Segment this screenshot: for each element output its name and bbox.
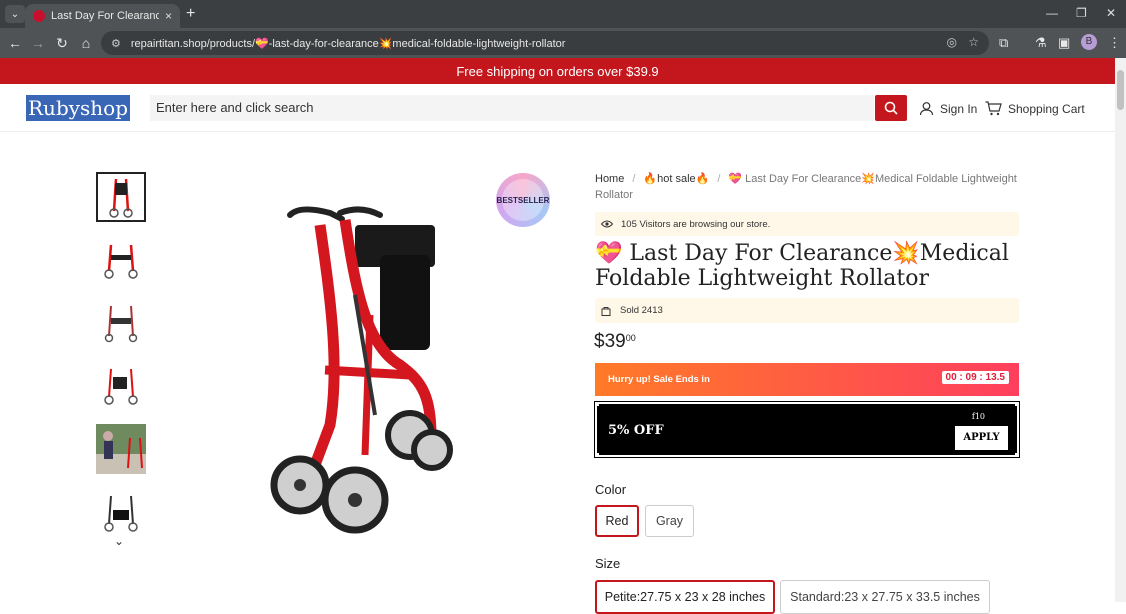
profile-avatar[interactable]: B — [1081, 34, 1097, 50]
eye-icon — [601, 220, 613, 228]
rollator-thumb-image — [104, 495, 138, 532]
thumbnail-3[interactable] — [96, 297, 146, 347]
coupon-corner — [595, 402, 599, 406]
lab-icon[interactable]: ⚗ — [1035, 35, 1047, 51]
visitors-text: 105 Visitors are browsing our store. — [621, 218, 771, 230]
sold-text: Sold 2413 — [620, 305, 663, 316]
extensions-icon[interactable]: ⧉ — [999, 35, 1008, 51]
size-label: Size — [595, 556, 621, 571]
coupon-corner — [1015, 453, 1019, 457]
coupon-corner — [1015, 402, 1019, 406]
color-option-gray[interactable]: Gray — [645, 505, 694, 537]
url-bar[interactable]: ⚙ repairtitan.shop/products/💝-last-day-f… — [101, 31, 989, 55]
breadcrumb: Home / 🔥hot sale🔥 / 💝 Last Day For Clearance… — [595, 171, 1025, 203]
breadcrumb-hot-sale[interactable]: 🔥hot sale🔥 — [643, 173, 709, 185]
thumbnail-6[interactable] — [96, 487, 146, 537]
back-icon[interactable]: ← — [7, 35, 23, 51]
color-label: Color — [595, 482, 627, 497]
sale-countdown-bar: Hurry up! Sale Ends in 00 : 09 : 13.5 — [595, 363, 1019, 396]
badge-line-2: SELLER — [517, 195, 550, 205]
search-icon — [884, 101, 898, 115]
badge-line-1: BEST — [496, 195, 518, 205]
thumbnail-4[interactable] — [96, 360, 146, 410]
browser-tab-bar: ⌄ Last Day For Clearance Medical × + — ❐… — [0, 0, 1126, 28]
rollator-thumb-image — [104, 368, 138, 405]
lifestyle-thumb-image — [96, 424, 146, 474]
tab-favicon-icon — [33, 10, 45, 22]
reload-icon[interactable]: ↻ — [54, 35, 70, 52]
minimize-icon[interactable]: — — [1046, 6, 1058, 20]
user-icon — [919, 102, 934, 116]
browser-tab[interactable]: Last Day For Clearance Medical × — [25, 4, 180, 28]
rollator-thumb-image — [109, 178, 133, 218]
thumbnails-down-chevron-icon[interactable]: ⌄ — [114, 534, 124, 548]
sign-in-label: Sign In — [940, 101, 978, 116]
coupon-corner — [595, 453, 599, 457]
bag-icon — [601, 306, 611, 316]
thumbnail-2[interactable] — [96, 234, 146, 284]
breadcrumb-home[interactable]: Home — [595, 173, 624, 185]
product-price: $3900 — [594, 331, 636, 353]
rollator-thumb-image — [104, 305, 138, 343]
visitors-notice: 105 Visitors are browsing our store. — [595, 212, 1019, 236]
window-close-icon[interactable]: ✕ — [1106, 6, 1116, 20]
sold-count-box: Sold 2413 — [595, 298, 1019, 323]
product-main-image — [270, 206, 453, 534]
countdown-timer: 00 : 09 : 13.5 — [941, 371, 1009, 384]
best-seller-badge: BEST SELLER — [496, 173, 550, 227]
restore-icon[interactable]: ❐ — [1076, 6, 1087, 20]
price-main: $39 — [594, 331, 626, 352]
product-title: 💝 Last Day For Clearance💥Medical Foldabl… — [595, 241, 1009, 291]
size-option-petite[interactable]: Petite:27.75 x 23 x 28 inches — [595, 580, 775, 614]
tab-close-icon[interactable]: × — [165, 9, 172, 23]
price-cents: 00 — [625, 333, 636, 343]
site-info-icon[interactable]: ⚙ — [111, 37, 121, 50]
tab-title: Last Day For Clearance Medical — [51, 10, 159, 22]
size-option-standard[interactable]: Standard:23 x 27.75 x 33.5 inches — [780, 580, 990, 614]
apply-coupon-button[interactable]: APPLY — [955, 426, 1008, 450]
site-logo[interactable]: Rubyshop — [26, 95, 131, 121]
coupon-box: 5% OFF f10 APPLY — [594, 401, 1020, 458]
promo-banner: Free shipping on orders over $39.9 — [0, 58, 1115, 84]
url-text: repairtitan.shop/products/💝-last-day-for… — [130, 37, 566, 50]
address-bar-row: ← → ↻ ⌂ ⚙ repairtitan.shop/products/💝-la… — [0, 28, 1126, 58]
breadcrumb-separator: / — [632, 173, 636, 185]
sign-in-link[interactable]: Sign In — [919, 101, 977, 116]
rollator-thumb-image — [104, 244, 138, 279]
home-icon[interactable]: ⌂ — [78, 35, 94, 51]
forward-icon[interactable]: → — [30, 35, 46, 51]
browser-menu-icon[interactable]: ⋮ — [1108, 35, 1121, 51]
bookmark-star-icon[interactable]: ☆ — [968, 35, 979, 49]
thumbnail-5[interactable] — [96, 424, 146, 474]
new-tab-button[interactable]: + — [186, 5, 195, 23]
cart-label: Shopping Cart — [1008, 101, 1085, 116]
site-header: Rubyshop Enter here and click search Sig… — [0, 84, 1115, 132]
promo-text: Free shipping on orders over $39.9 — [456, 63, 659, 79]
thumbnail-1[interactable] — [96, 172, 146, 222]
shopping-cart-link[interactable]: Shopping Cart — [985, 101, 1085, 116]
scrollbar-thumb[interactable] — [1117, 70, 1124, 110]
page-scrollbar[interactable] — [1115, 58, 1126, 602]
coupon-discount: 5% OFF — [608, 423, 664, 438]
search-input[interactable]: Enter here and click search — [150, 95, 874, 121]
sidebar-icon[interactable]: ▣ — [1058, 35, 1070, 51]
eye-off-icon[interactable]: ◎ — [947, 35, 957, 49]
breadcrumb-separator: / — [717, 173, 721, 185]
best-seller-text: BEST SELLER — [497, 179, 549, 221]
cart-icon — [985, 101, 1002, 116]
tab-search-chevron-icon[interactable]: ⌄ — [5, 5, 25, 23]
coupon-code: f10 — [971, 412, 985, 421]
hurry-text: Hurry up! Sale Ends in — [608, 374, 710, 385]
search-button[interactable] — [875, 95, 907, 121]
color-option-red[interactable]: Red — [595, 505, 639, 537]
